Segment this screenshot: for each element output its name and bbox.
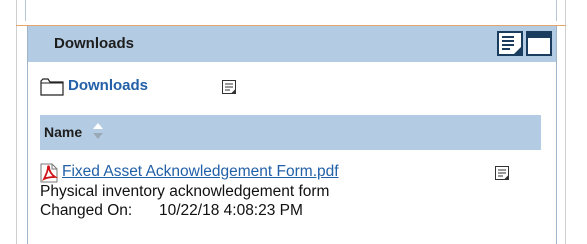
changed-on-value: 10/22/18 4:08:23 PM (159, 202, 303, 219)
pdf-file-icon (40, 163, 58, 183)
folder-icon (40, 78, 64, 96)
minimize-icon (528, 33, 550, 38)
file-description: Physical inventory acknowledgement form (40, 183, 330, 200)
portlet-minimize-button[interactable] (526, 31, 552, 56)
downloads-portlet: Downloads Downloads Name Fixed Asset Ack… (27, 26, 557, 244)
name-column-header[interactable]: Name (40, 115, 541, 150)
portlet-properties-button[interactable] (497, 31, 523, 56)
name-column-label[interactable]: Name (44, 124, 82, 140)
file-context-menu-icon[interactable] (495, 166, 509, 180)
file-list-item: Fixed Asset Acknowledgement Form.pdf Phy… (40, 163, 541, 243)
sort-arrows-icon[interactable] (92, 122, 104, 140)
folder-context-menu-icon[interactable] (222, 80, 236, 94)
changed-on-label: Changed On: (40, 202, 133, 219)
previous-portlet-edge (16, 0, 566, 26)
file-link[interactable]: Fixed Asset Acknowledgement Form.pdf (62, 163, 339, 181)
folder-link-downloads[interactable]: Downloads (68, 77, 148, 94)
properties-icon (502, 36, 521, 54)
portlet-header: Downloads (28, 26, 556, 62)
portlet-title: Downloads (54, 35, 135, 52)
